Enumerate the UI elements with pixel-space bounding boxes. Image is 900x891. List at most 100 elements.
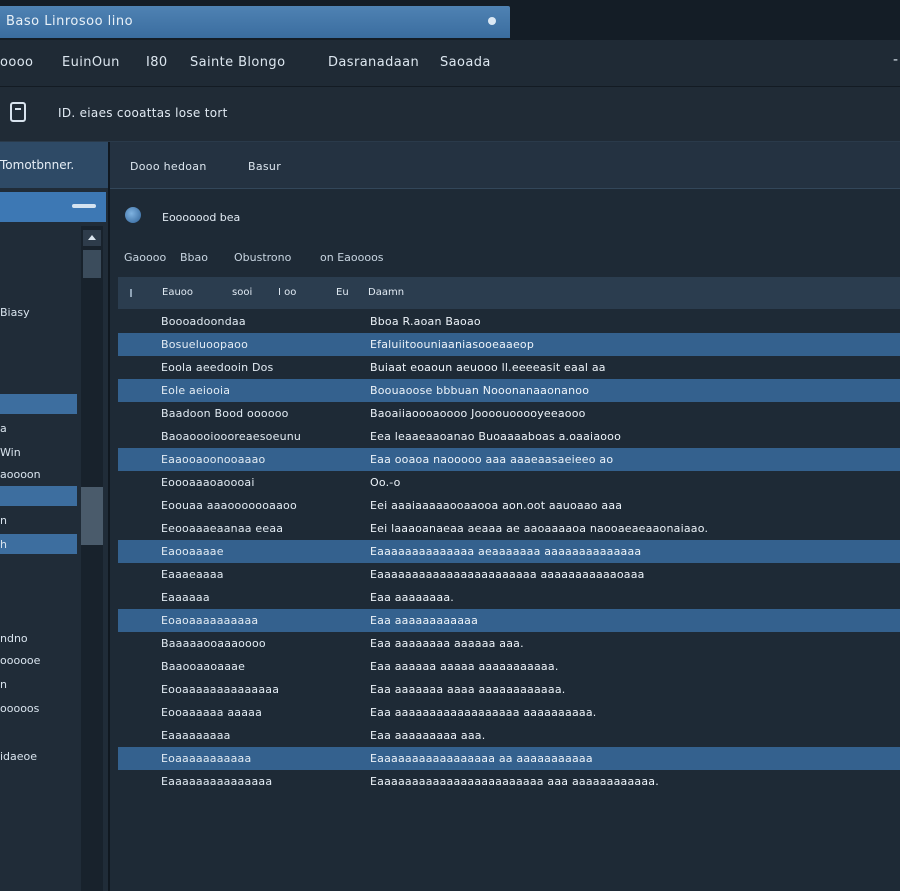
scrollbar-thumb-secondary[interactable] xyxy=(81,487,103,545)
table-row[interactable]: Eaooaaaae Eaaaaaaaaaaaaaa aeaaaaaaa aaaaa… xyxy=(118,540,900,563)
table-header: Eauoo sooi I oo Eu Daamn xyxy=(118,277,900,309)
row-name: Eoouaa aaaooooooaaoo xyxy=(161,499,297,512)
table-row[interactable]: Eaaooaoonooaaao Eaa ooaoa naooooo aaa aaa… xyxy=(118,448,900,471)
table-row[interactable]: Eoooaaaoaoooai Oo.-o xyxy=(118,471,900,494)
table-body: Boooadoondaa Bboa R.aoan Baoao Bosueluoopa… xyxy=(118,310,900,793)
window-control-icon[interactable] xyxy=(488,17,496,25)
row-value: Eaa aaaaaaaaaaaaaaaaaa aaaaaaaaaa. xyxy=(370,706,597,719)
sidebar-scrollbar[interactable] xyxy=(81,226,103,891)
row-value: Eea leaaeaaoanao Buoaaaaboas a.oaaiaooo xyxy=(370,430,622,443)
tab-basic[interactable]: Basur xyxy=(248,160,281,173)
sidebar-selection-highlight xyxy=(0,486,77,506)
row-value: Eaa ooaoa naooooo aaa aaaeaasaeieeo ao xyxy=(370,453,614,466)
sidebar-selected-field[interactable] xyxy=(0,192,106,222)
sidebar-item[interactable]: h xyxy=(0,538,7,551)
row-name: Eooaaaaaa aaaaa xyxy=(161,706,263,719)
row-name: Eaaaaaa xyxy=(161,591,210,604)
sidebar-item[interactable]: ndno xyxy=(0,632,28,645)
row-name: Eaaaaaaaaaaaaaaa xyxy=(161,775,273,788)
row-value: Eaa aaaaaaaaa aaa. xyxy=(370,729,486,742)
row-name: Eoooaaaoaoooai xyxy=(161,476,255,489)
row-value: Boouaoose bbbuan Nooonanaaonanoo xyxy=(370,384,590,397)
table-row[interactable]: Baadoon Bood oooooo Baoaiiaoooaoooo Joooo… xyxy=(118,402,900,425)
table-row[interactable]: Eeooaaaeaanaa eeaa Eei laaaoanaeaa aeaaa … xyxy=(118,517,900,540)
row-value: Eei laaaoanaeaa aeaaa ae aaoaaaaoa naooa… xyxy=(370,522,709,535)
menu-bar: oooo EuinOun I80 Sainte Blongo Dasranada… xyxy=(0,40,900,87)
sidebar-item[interactable]: n xyxy=(0,514,7,527)
row-value: Bboa R.aoan Baoao xyxy=(370,315,481,328)
row-value: Eaa aaaaaaa aaaa aaaaaaaaaaaa. xyxy=(370,683,566,696)
column-header[interactable]: Eu xyxy=(336,287,349,298)
filter-option[interactable]: Obustrono xyxy=(234,251,291,264)
row-value: Eaaaaaaaaaaaaaa aeaaaaaaa aaaaaaaaaaaaaa xyxy=(370,545,642,558)
column-header[interactable]: I oo xyxy=(278,287,296,298)
row-value: Eaa aaaaaaaaaaaa xyxy=(370,614,479,627)
column-resize-handle[interactable] xyxy=(130,289,132,297)
table-row[interactable]: Eooaaaaaa aaaaa Eaa aaaaaaaaaaaaaaaaaa aa… xyxy=(118,701,900,724)
sidebar-item[interactable]: Biasy xyxy=(0,306,30,319)
column-header[interactable]: sooi xyxy=(232,287,252,298)
filter-option[interactable]: on Eaoooos xyxy=(320,251,384,264)
row-value: Eaaaaaaaaaaaaaaaaaaaaaaaa aaa aaaaaaaaaa… xyxy=(370,775,659,788)
table-row[interactable]: Eoaaaaaaaaaaa Eaaaaaaaaaaaaaaaaa aa aaaaa… xyxy=(118,747,900,770)
sidebar-item[interactable]: idaeoe xyxy=(0,750,37,763)
table-row[interactable]: Bosueluoopaoo Efaluiitoouniaaniasooeaaeop xyxy=(118,333,900,356)
filter-option[interactable]: Bbao xyxy=(180,251,208,264)
menu-item-search[interactable]: Sainte Blongo xyxy=(190,55,285,70)
table-row[interactable]: Baoaoooioooreaesoeunu Eea leaaeaaoanao Bu… xyxy=(118,425,900,448)
menu-item-edit[interactable]: EuinOun xyxy=(62,55,120,70)
table-row[interactable]: Eole aeiooia Boouaoose bbbuan Nooonanaaon… xyxy=(118,379,900,402)
table-row[interactable]: Eoouaa aaaooooooaaoo Eei aaaiaaaaaooaaooa… xyxy=(118,494,900,517)
table-row[interactable]: Boooadoondaa Bboa R.aoan Baoao xyxy=(118,310,900,333)
column-header[interactable]: Eauoo xyxy=(162,287,193,298)
row-name: Eaaooaoonooaaao xyxy=(161,453,266,466)
table-row[interactable]: Eoaoaaaaaaaaaa Eaa aaaaaaaaaaaa xyxy=(118,609,900,632)
column-header[interactable]: Daamn xyxy=(368,287,404,298)
sidebar-item[interactable]: a xyxy=(0,422,7,435)
sidebar-item[interactable]: n xyxy=(0,678,7,691)
row-name: Baoaoooioooreaesoeunu xyxy=(161,430,302,443)
sidebar-item[interactable]: oooooe xyxy=(0,654,40,667)
row-name: Eaaaeaaaa xyxy=(161,568,224,581)
table-row[interactable]: Baaooaaoaaae Eaa aaaaaa aaaaa aaaaaaaaaaa… xyxy=(118,655,900,678)
scroll-up-icon[interactable] xyxy=(83,230,101,246)
collapse-icon[interactable] xyxy=(72,204,96,208)
menu-item-settings[interactable]: Saoada xyxy=(440,55,491,70)
scrollbar-thumb[interactable] xyxy=(83,250,101,278)
row-name: Eooaaaaaaaaaaaaaa xyxy=(161,683,280,696)
filter-option[interactable]: Gaoooo xyxy=(124,251,166,264)
sidebar-item[interactable]: Win xyxy=(0,446,21,459)
sidebar-header[interactable]: Tomotbnner. xyxy=(0,142,108,188)
row-name: Baadoon Bood oooooo xyxy=(161,407,289,420)
menu-overflow-button[interactable]: - xyxy=(893,52,898,68)
window-title: Baso Linrosoo lino xyxy=(6,14,134,29)
row-name: Eoaoaaaaaaaaaa xyxy=(161,614,259,627)
document-icon[interactable] xyxy=(10,102,26,122)
menu-item-documentation[interactable]: Dasranadaan xyxy=(328,55,419,70)
table-row[interactable]: Eaaaaaaaaaaaaaaa Eaaaaaaaaaaaaaaaaaaaaaaa… xyxy=(118,770,900,793)
table-row[interactable]: Baaaaaooaaaoooo Eaa aaaaaaaa aaaaaa aaa. xyxy=(118,632,900,655)
row-value: Eaa aaaaaaaa. xyxy=(370,591,454,604)
row-name: Eoaaaaaaaaaaa xyxy=(161,752,252,765)
row-name: Boooadoondaa xyxy=(161,315,246,328)
row-name: Baaaaaooaaaoooo xyxy=(161,637,266,650)
table-row[interactable]: Eoola aeedooin Dos Buiaat eoaoun aeuooo l… xyxy=(118,356,900,379)
sidebar-selection-highlight xyxy=(0,534,77,554)
window-titlebar[interactable]: Baso Linrosoo lino xyxy=(0,6,510,38)
table-row[interactable]: Eaaaaaaaaa Eaa aaaaaaaaa aaa. xyxy=(118,724,900,747)
row-value: Eaaaaaaaaaaaaaaaaa aa aaaaaaaaaaa xyxy=(370,752,593,765)
sidebar-selection-highlight xyxy=(0,394,77,414)
sidebar-item[interactable]: aoooon xyxy=(0,468,41,481)
table-row[interactable]: Eooaaaaaaaaaaaaaa Eaa aaaaaaa aaaa aaaaaa… xyxy=(118,678,900,701)
menu-item-view[interactable]: I80 xyxy=(146,55,168,70)
table-row[interactable]: Eaaaeaaaa Eaaaaaaaaaaaaaaaaaaaaaaa aaaaaa… xyxy=(118,563,900,586)
table-row[interactable]: Eaaaaaa Eaa aaaaaaaa. xyxy=(118,586,900,609)
row-value: Eaa aaaaaaaa aaaaaa aaa. xyxy=(370,637,524,650)
menu-item-file[interactable]: oooo xyxy=(0,55,33,70)
row-name: Baaooaaoaaae xyxy=(161,660,246,673)
tab-header[interactable]: Dooo hedoan xyxy=(130,160,207,173)
sidebar-header-label: Tomotbnner. xyxy=(0,158,75,172)
sidebar-item[interactable]: ooooos xyxy=(0,702,39,715)
row-name: Bosueluoopaoo xyxy=(161,338,249,351)
row-value: Eaa aaaaaa aaaaa aaaaaaaaaaa. xyxy=(370,660,559,673)
